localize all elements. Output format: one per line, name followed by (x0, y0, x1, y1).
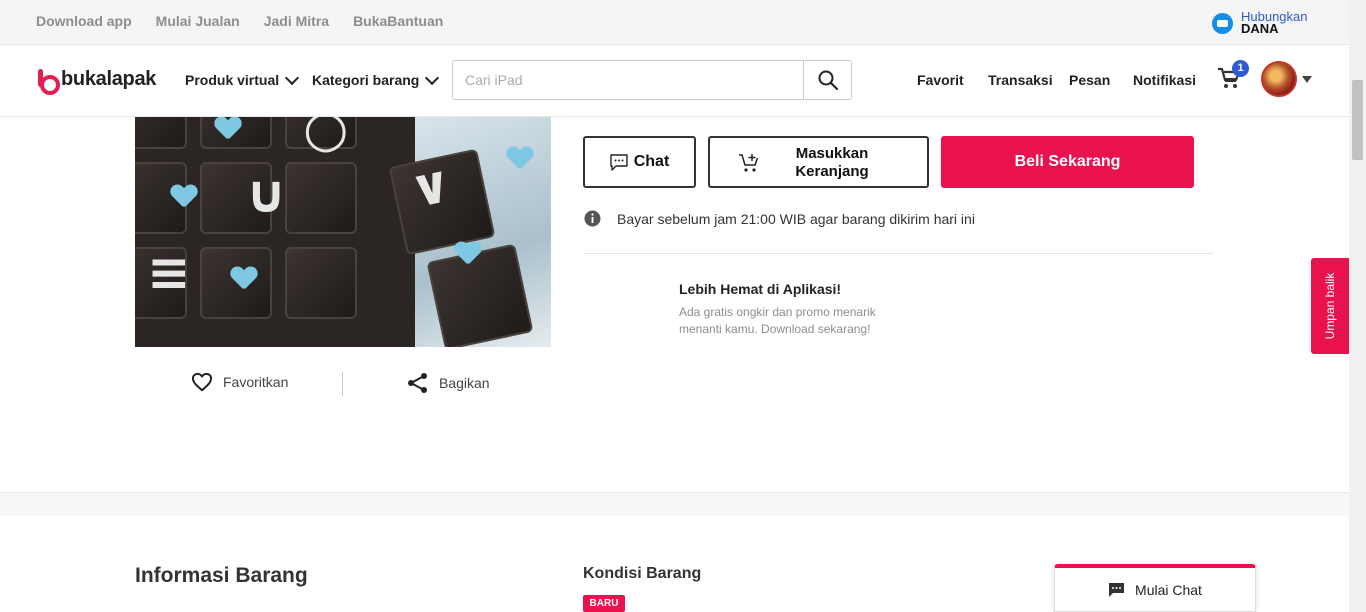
favorite-button[interactable]: Favoritkan (191, 372, 288, 392)
kategori-barang-dropdown[interactable]: Kategori barang (312, 70, 440, 88)
search-button[interactable] (803, 61, 851, 99)
start-chat-label: Mulai Chat (1135, 581, 1202, 598)
add-to-cart-button[interactable]: Masukkan Keranjang (708, 136, 929, 188)
top-utility-bar: Download app Mulai Jualan Jadi Mitra Buk… (0, 0, 1349, 45)
heart-decoration-icon (231, 267, 257, 291)
buy-now-label: Beli Sekarang (1014, 153, 1121, 170)
chevron-down-icon (285, 70, 300, 85)
heart-decoration-icon (507, 147, 533, 171)
cart-count-badge: 1 (1232, 60, 1249, 77)
nav-notifikasi[interactable]: Notifikasi (1133, 72, 1196, 88)
cart-button[interactable]: 1 (1217, 60, 1249, 91)
dana-wallet-icon (1212, 12, 1233, 34)
logo-wordmark: bukalapak (61, 68, 157, 90)
kategori-barang-label: Kategori barang (312, 72, 420, 88)
produk-virtual-label: Produk virtual (185, 72, 280, 88)
cart-add-icon (739, 154, 759, 172)
divider (583, 253, 1214, 254)
chat-bubble-icon (610, 153, 628, 171)
section-separator (0, 492, 1349, 516)
delivery-note-text: Bayar sebelum jam 21:00 WIB agar barang … (617, 210, 975, 227)
buy-now-button[interactable]: Beli Sekarang (941, 136, 1194, 188)
section-title-informasi-barang: Informasi Barang (135, 564, 308, 587)
heart-decoration-icon (215, 117, 241, 141)
info-icon (584, 210, 601, 227)
search-bar (452, 60, 852, 100)
app-promo-title: Lebih Hemat di Aplikasi! (679, 281, 842, 297)
share-icon (408, 373, 427, 393)
main-header: bukalapak Produk virtual Kategori barang… (0, 45, 1349, 117)
search-icon (818, 70, 838, 90)
utility-links: Download app Mulai Jualan Jadi Mitra Buk… (36, 13, 443, 29)
favorite-label: Favoritkan (223, 374, 289, 390)
delivery-note: Bayar sebelum jam 21:00 WIB agar barang … (584, 210, 975, 227)
connect-dana-link[interactable]: Hubungkan DANA (1212, 10, 1308, 36)
kondisi-barang-title: Kondisi Barang (583, 565, 702, 582)
start-chat-widget[interactable]: Mulai Chat (1054, 564, 1256, 612)
bukalapak-logo[interactable]: bukalapak (36, 68, 157, 95)
bukalapak-logo-icon (36, 68, 60, 95)
condition-badge: BARU (583, 595, 625, 612)
feedback-tab[interactable]: Umpan balik (1311, 258, 1349, 354)
nav-pesan[interactable]: Pesan (1069, 72, 1110, 88)
product-image[interactable]: ○ ∪ ≡ ∨ (135, 117, 551, 347)
heart-outline-icon (191, 372, 213, 392)
heart-decoration-icon (171, 185, 197, 209)
chevron-down-icon (425, 70, 440, 85)
nav-transaksi[interactable]: Transaksi (988, 72, 1053, 88)
page-scrollbar[interactable] (1349, 0, 1366, 612)
bukabantuan-link[interactable]: BukaBantuan (353, 13, 443, 29)
chat-button[interactable]: Chat (583, 136, 696, 188)
chat-label: Chat (633, 153, 670, 170)
share-button[interactable]: Bagikan (407, 372, 490, 394)
avatar[interactable] (1261, 61, 1297, 97)
add-to-cart-label: Masukkan Keranjang (795, 145, 869, 180)
jadi-mitra-link[interactable]: Jadi Mitra (264, 13, 329, 29)
dana-brand-label: DANA (1241, 21, 1279, 36)
share-label: Bagikan (439, 375, 490, 391)
feedback-label: Umpan balik (1323, 272, 1337, 340)
download-app-link[interactable]: Download app (36, 13, 132, 29)
mulai-jualan-link[interactable]: Mulai Jualan (156, 13, 240, 29)
app-promo-description: Ada gratis ongkir dan promo menarik mena… (679, 305, 876, 336)
chat-bubble-icon (1109, 582, 1125, 597)
scrollbar-thumb[interactable] (1352, 80, 1363, 160)
produk-virtual-dropdown[interactable]: Produk virtual (185, 70, 300, 88)
heart-decoration-icon (455, 242, 481, 266)
nav-favorit[interactable]: Favorit (917, 72, 964, 88)
search-input[interactable] (453, 61, 803, 99)
action-divider (342, 372, 343, 396)
caret-down-icon[interactable] (1302, 76, 1312, 83)
